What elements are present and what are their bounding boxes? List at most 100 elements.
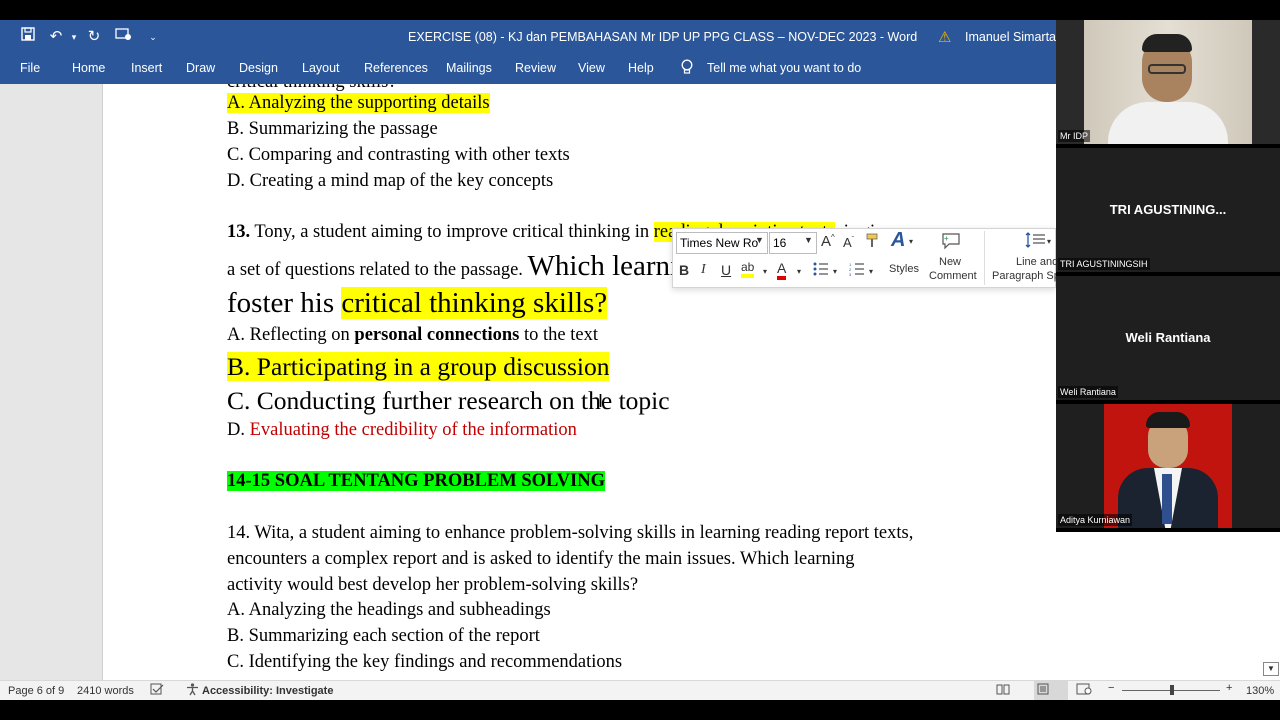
print-layout-icon[interactable] [1036,683,1050,698]
format-painter-icon[interactable] [865,233,879,252]
q13-text-5: foster his [227,287,342,319]
word-count[interactable]: 2410 words [77,685,134,697]
tab-design[interactable]: Design [239,61,278,75]
zoom-slider-thumb[interactable] [1170,685,1174,695]
zoom-level[interactable]: 130% [1246,685,1274,697]
document-page[interactable]: critical thinking skills? A. Analyzing t… [102,84,1056,680]
user-name[interactable]: Imanuel Simarta [965,30,1056,44]
q12-option-a: A. Analyzing the supporting details [227,93,490,113]
numbering-icon[interactable]: 123 [849,262,865,279]
styles-label[interactable]: Styles [889,263,919,275]
proofing-icon[interactable] [150,683,164,698]
bold-icon[interactable]: B [679,262,689,278]
font-dropdown-icon[interactable]: ▼ [755,235,764,245]
right-white-area [1056,532,1280,680]
read-mode-icon[interactable] [996,683,1010,698]
styles-icon[interactable]: A [891,229,905,252]
cut-off-line: critical thinking skills? [227,84,397,93]
lightbulb-icon[interactable] [680,59,694,79]
tab-view[interactable]: View [578,61,605,75]
scroll-down-arrow-icon[interactable]: ▼ [1263,662,1279,676]
underline-icon[interactable]: U [721,262,731,278]
participant-tile-1[interactable]: Mr IDP [1056,20,1280,144]
line-spacing-label-1[interactable]: Line and [1016,256,1056,268]
highlight-dropdown-icon[interactable]: ▾ [763,267,767,276]
q14-line-1: 14. Wita, a student aiming to enhance pr… [227,523,914,543]
undo-icon[interactable]: ↶ [46,27,66,47]
tab-file[interactable]: File [20,61,40,75]
q13-option-a: A. Reflecting on personal connections to… [227,325,598,346]
accessibility-status[interactable]: Accessibility: Investigate [202,685,333,697]
accessibility-icon[interactable] [186,683,199,699]
participant-label: Mr IDP [1058,130,1090,142]
line-spacing-icon[interactable] [1025,231,1047,252]
participant-display-name: Weli Rantiana [1125,330,1211,345]
svg-text:+: + [944,234,949,243]
line-spacing-dropdown-icon[interactable]: ▾ [1047,237,1051,246]
q13-number: 13. [227,222,251,242]
tab-references[interactable]: References [364,61,428,75]
tab-mailings[interactable]: Mailings [446,61,492,75]
participant-label: Weli Rantiana [1058,386,1118,398]
q14-option-c: C. Identifying the key findings and reco… [227,652,623,672]
q13-highlight-2: critical thinking skills? [341,287,608,319]
q12-option-d: D. Creating a mind map of the key concep… [227,171,554,191]
undo-dropdown-icon[interactable]: ▾ [64,27,84,47]
q13-d-pre: D. [227,420,250,440]
mini-toolbar: Times New Ro ▼ 16 ▼ A^ Aˇ A ▾ Styles + N… [672,228,1056,288]
document-title: EXERCISE (08) - KJ dan PEMBAHASAN Mr IDP… [408,30,918,44]
italic-icon[interactable]: I [701,262,706,278]
tell-me-search[interactable]: Tell me what you want to do [707,61,861,75]
size-dropdown-icon[interactable]: ▼ [804,235,813,245]
zoom-in-icon[interactable]: + [1226,682,1232,694]
new-comment-icon[interactable]: + [941,232,961,253]
person-shirt [1108,102,1228,144]
person-hair [1142,34,1192,52]
q12-option-c: C. Comparing and contrasting with other … [227,145,570,165]
shrink-font-icon[interactable]: Aˇ [843,235,854,250]
customize-qat-icon[interactable]: ⌄ [143,27,163,47]
tab-draw[interactable]: Draw [186,61,215,75]
video-feed [1104,404,1232,528]
ribbon-tabs: File Home Insert Draw Design Layout Refe… [0,54,1056,84]
bullets-dropdown-icon[interactable]: ▾ [833,267,837,276]
q13-d-answer: Evaluating the credibility of the inform… [249,420,577,440]
status-bar-right: − + 130% [996,680,1280,700]
q14-line-2: encounters a complex report and is asked… [227,549,855,569]
new-comment-label-2[interactable]: Comment [929,270,977,282]
page-count[interactable]: Page 6 of 9 [8,685,64,697]
participant-display-name: TRI AGUSTINING... [1109,202,1227,217]
save-icon[interactable] [18,27,38,47]
svg-text:3: 3 [849,272,852,276]
q13-text-1: Tony, a student aiming to improve critic… [250,222,654,242]
person-tie [1162,474,1172,524]
tab-help[interactable]: Help [628,61,654,75]
numbering-dropdown-icon[interactable]: ▾ [869,267,873,276]
tab-home[interactable]: Home [72,61,105,75]
bottom-black-bar [0,700,1280,720]
q13-line-3: foster his critical thinking skills? [227,287,608,320]
participant-label: TRI AGUSTININGSIH [1058,258,1150,270]
font-color-icon[interactable]: A [777,260,787,280]
font-color-dropdown-icon[interactable]: ▾ [797,267,801,276]
highlight-icon[interactable]: ab [741,260,755,278]
touch-mode-icon[interactable] [113,27,133,47]
redo-icon[interactable]: ↻ [84,27,104,47]
participant-tile-4[interactable]: Aditya Kurniawan [1056,404,1280,528]
line-spacing-label-2[interactable]: Paragraph Spacing [992,270,1056,282]
q13-text-3: a set of questions related to the passag… [227,260,528,280]
participant-tile-2[interactable]: TRI AGUSTINING... TRI AGUSTININGSIH [1056,148,1280,272]
zoom-out-icon[interactable]: − [1108,682,1114,694]
new-comment-label-1[interactable]: New [939,256,961,268]
q13-option-b: B. Participating in a group discussion [227,352,610,381]
tab-review[interactable]: Review [515,61,556,75]
bullets-icon[interactable] [813,262,829,279]
warning-icon[interactable]: ⚠ [938,28,951,46]
status-bar: Page 6 of 9 2410 words Accessibility: In… [0,680,1056,700]
web-layout-icon[interactable] [1076,683,1092,698]
tab-layout[interactable]: Layout [302,61,340,75]
participant-tile-3[interactable]: Weli Rantiana Weli Rantiana [1056,276,1280,400]
grow-font-icon[interactable]: A^ [821,233,835,250]
tab-insert[interactable]: Insert [131,61,162,75]
styles-dropdown-icon[interactable]: ▾ [909,237,913,246]
